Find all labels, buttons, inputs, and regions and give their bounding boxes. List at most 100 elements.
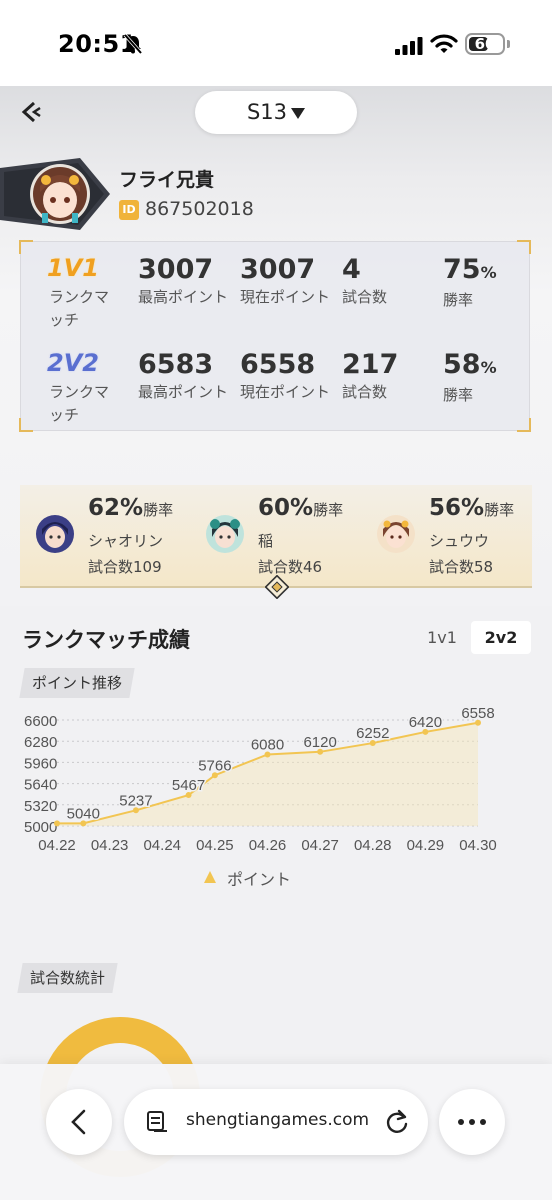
win-rate-label: 勝率: [484, 501, 515, 519]
stat-value: 6583: [138, 349, 214, 380]
character-games: 試合数46: [258, 558, 323, 576]
url-text: shengtiangames.com: [186, 1110, 370, 1130]
character-win-rate: 56%勝率: [429, 495, 514, 521]
win-rate-label: 勝率: [313, 501, 344, 519]
character-win-rate: 62%勝率: [88, 495, 173, 521]
stat-value: 4: [342, 254, 361, 285]
stat-label: 最高ポイント: [138, 288, 229, 306]
x-tick-label: 04.29: [407, 837, 445, 854]
player-id: 867502018: [145, 198, 254, 220]
character-item[interactable]: 60%勝率 稲 試合数46: [190, 485, 360, 585]
mode-label: ランクマッチ: [49, 383, 110, 424]
browser-more-button[interactable]: [439, 1089, 505, 1155]
chevron-down-icon: [291, 107, 306, 119]
character-item[interactable]: 56%勝率 シュウウ 試合数58: [361, 485, 531, 585]
stat-label: 最高ポイント: [138, 383, 229, 401]
character-name: シャオリン: [88, 532, 164, 550]
character-win-rate: 60%勝率: [258, 495, 343, 521]
stat-value: 6558: [240, 349, 316, 380]
win-rate-label: 勝率: [143, 501, 174, 519]
mode-label: ランクマッチ: [49, 288, 110, 329]
character-item[interactable]: 62%勝率 シャオリン 試合数109: [20, 485, 190, 585]
character-avatar: [377, 515, 415, 553]
games-stat: 4 試合数: [342, 254, 438, 309]
y-tick-label: 6600: [24, 713, 57, 730]
player-name: フライ兄貴: [119, 169, 215, 191]
x-tick-label: 04.27: [301, 837, 339, 854]
x-tick-label: 04.28: [354, 837, 392, 854]
x-tick-label: 04.23: [91, 837, 129, 854]
id-badge: ID: [119, 200, 139, 220]
data-label: 6558: [461, 705, 494, 722]
diamond-icon: [265, 575, 289, 599]
character-name: 稲: [258, 532, 274, 550]
mode-badge: 1V1: [47, 254, 99, 282]
games-stats-label: 試合数統計: [30, 969, 106, 987]
data-label: 5237: [119, 792, 152, 809]
battery-cap: [507, 40, 510, 48]
reader-icon[interactable]: [146, 1110, 168, 1134]
stat-row-2v2: 2V2 ランクマッチ 6583 最高ポイント 6558 現在ポイント 217 試…: [21, 341, 531, 431]
bell-slash-icon: [123, 33, 143, 55]
chart-legend-label: ポイント: [227, 870, 292, 889]
data-label: 6420: [409, 714, 442, 731]
data-label: 5766: [198, 757, 231, 774]
mode-badge: 2V2: [47, 349, 99, 377]
y-tick-label: 6280: [24, 734, 57, 751]
x-tick-label: 04.22: [38, 837, 76, 854]
stat-value: 3007: [240, 254, 316, 285]
y-tick-label: 5000: [24, 819, 57, 836]
stat-label: 勝率: [443, 386, 474, 404]
stat-label: 試合数: [342, 288, 388, 306]
season-selector[interactable]: S13: [195, 91, 357, 134]
max-points-stat: 6583 最高ポイント: [138, 349, 234, 404]
status-bar: 20:51 60: [0, 0, 552, 86]
win-rate-stat: 58% 勝率: [443, 349, 539, 407]
x-tick-label: 04.26: [249, 837, 287, 854]
win-rate-value: 60%: [258, 495, 314, 521]
top-characters-card: 62%勝率 シャオリン 試合数109 60%勝率 稲 試合数46 56%勝率 シ…: [20, 485, 532, 588]
toggle-1v1[interactable]: 1v1: [418, 621, 466, 654]
character-avatar: [36, 515, 74, 553]
stat-label: 勝率: [443, 291, 474, 309]
data-label: 6080: [251, 736, 284, 753]
stat-label: 現在ポイント: [240, 383, 331, 401]
back-icon[interactable]: [20, 100, 44, 124]
reload-icon[interactable]: [384, 1108, 410, 1136]
toggle-2v2[interactable]: 2v2: [471, 621, 531, 654]
stat-value: 58: [443, 349, 481, 380]
signal-icon: [395, 37, 423, 55]
win-rate-value: 62%: [88, 495, 144, 521]
points-trend-tag: ポイント推移: [19, 668, 135, 698]
x-tick-label: 04.24: [143, 837, 181, 854]
stat-unit: %: [480, 263, 497, 282]
current-points-stat: 6558 現在ポイント: [240, 349, 336, 404]
stat-row-1v1: 1V1 ランクマッチ 3007 最高ポイント 3007 現在ポイント 4 試合数…: [21, 246, 531, 336]
ranked-stats-card: 1V1 ランクマッチ 3007 最高ポイント 3007 現在ポイント 4 試合数…: [19, 240, 531, 432]
current-points-stat: 3007 現在ポイント: [240, 254, 336, 309]
season-label: S13: [246, 100, 288, 124]
data-point: [54, 820, 60, 827]
x-tick-label: 04.25: [196, 837, 234, 854]
y-tick-label: 5640: [24, 777, 57, 794]
y-tick-label: 5960: [24, 755, 57, 772]
rank-results-title: ランクマッチ成績: [22, 628, 190, 652]
browser-back-button[interactable]: [46, 1089, 112, 1155]
more-icon: [458, 1119, 486, 1125]
stat-value: 75: [443, 254, 481, 285]
stat-label: 現在ポイント: [240, 288, 331, 306]
url-bar[interactable]: shengtiangames.com: [124, 1089, 428, 1155]
legend-triangle-icon: [204, 871, 216, 883]
data-label: 5467: [172, 777, 205, 794]
character-avatar: [206, 515, 244, 553]
character-name: シュウウ: [429, 532, 490, 550]
stat-unit: %: [480, 358, 497, 377]
character-games: 試合数58: [429, 558, 494, 576]
points-trend-label: ポイント推移: [32, 674, 123, 692]
data-label: 5040: [67, 805, 100, 822]
y-tick-label: 5320: [24, 798, 57, 815]
games-stats-tag: 試合数統計: [17, 963, 118, 993]
data-label: 6120: [303, 734, 336, 751]
avatar: [0, 158, 110, 230]
games-stat: 217 試合数: [342, 349, 438, 404]
